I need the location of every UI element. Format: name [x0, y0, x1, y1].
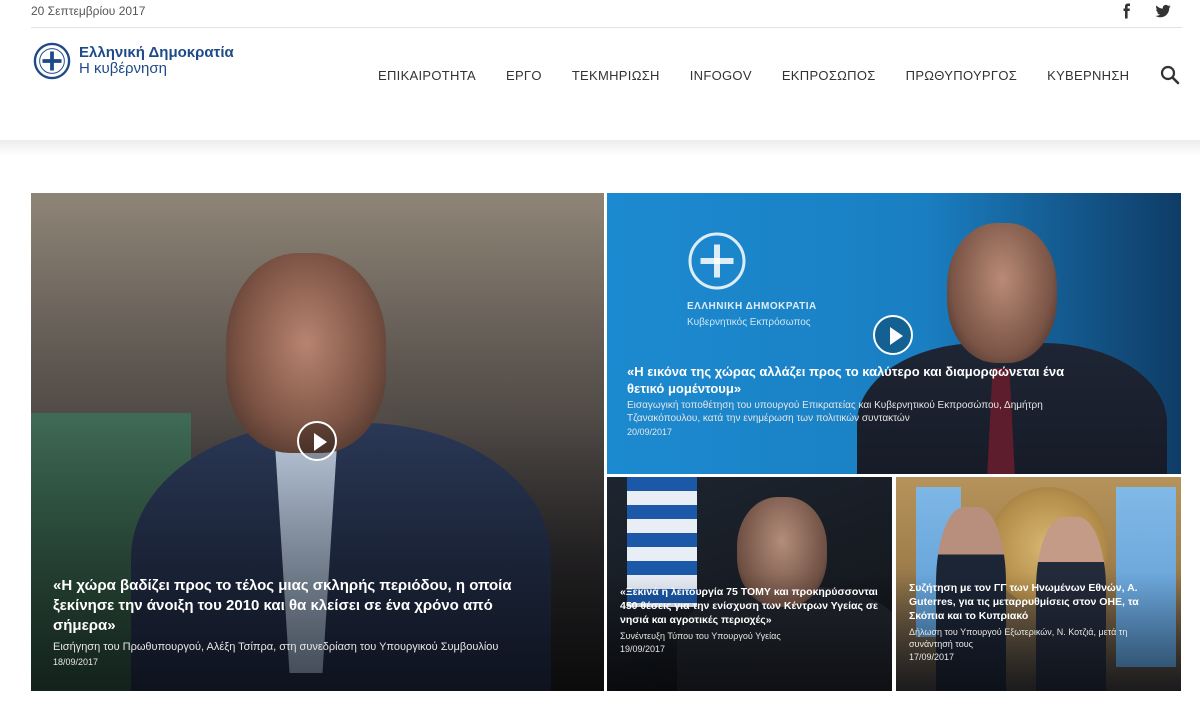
- greek-emblem-icon: [33, 42, 71, 80]
- backdrop-text: Κυβερνητικός Εκπρόσωπος: [687, 317, 811, 328]
- top-bar: 20 Σεπτεμβρίου 2017: [0, 0, 1200, 28]
- play-video-icon[interactable]: [297, 421, 337, 461]
- current-date: 20 Σεπτεμβρίου 2017: [31, 4, 146, 18]
- nav-item-tekmiriosi[interactable]: ΤΕΚΜΗΡΙΩΣΗ: [572, 68, 660, 83]
- header-shadow: [0, 140, 1200, 156]
- news-tile-3[interactable]: «Ξεκινά η λειτουργία 75 ΤΟΜΥ και προκηρύ…: [607, 477, 892, 691]
- tile-date: 18/09/2017: [53, 657, 99, 667]
- nav-item-ergo[interactable]: ΕΡΓΟ: [506, 68, 542, 83]
- tile-caption: Συζήτηση με τον ΓΓ των Ηνωμένων Εθνών, Α…: [909, 581, 1171, 662]
- facebook-icon[interactable]: [1118, 2, 1136, 20]
- logo-title: Ελληνική Δημοκρατία: [79, 44, 234, 61]
- tile-image-detail: [947, 223, 1057, 363]
- tile-summary: Εισήγηση του Πρωθυπουργού, Αλέξη Τσίπρα,…: [53, 641, 499, 653]
- tile-caption: «Η εικόνα της χώρας αλλάζει προς το καλύ…: [627, 363, 1067, 437]
- nav-item-infogov[interactable]: INFOGOV: [690, 68, 752, 83]
- social-links: [1118, 2, 1172, 20]
- main-nav: ΕΠΙΚΑΙΡΟΤΗΤΑ ΕΡΓΟ ΤΕΚΜΗΡΙΩΣΗ INFOGOV ΕΚΠ…: [363, 64, 1181, 86]
- nav-item-prothypourgos[interactable]: ΠΡΩΘΥΠΟΥΡΓΟΣ: [906, 68, 1017, 83]
- nav-item-ekprosopos[interactable]: ΕΚΠΡΟΣΩΠΟΣ: [782, 68, 876, 83]
- tile-caption: «Ξεκινά η λειτουργία 75 ΤΟΜΥ και προκηρύ…: [620, 585, 882, 654]
- site-logo[interactable]: Ελληνική Δημοκρατία Η κυβέρνηση: [33, 42, 234, 80]
- tile-headline[interactable]: «Η εικόνα της χώρας αλλάζει προς το καλύ…: [627, 363, 1067, 397]
- tile-headline[interactable]: «Ξεκινά η λειτουργία 75 ΤΟΜΥ και προκηρύ…: [620, 585, 882, 627]
- tile-summary: Δήλωση του Υπουργού Εξωτερικών, Ν. Κοτζι…: [909, 627, 1128, 649]
- search-icon[interactable]: [1159, 64, 1181, 86]
- logo-subtitle: Η κυβέρνηση: [79, 60, 167, 77]
- play-video-icon[interactable]: [873, 315, 913, 355]
- tile-headline[interactable]: Συζήτηση με τον ΓΓ των Ηνωμένων Εθνών, Α…: [909, 581, 1171, 623]
- twitter-icon[interactable]: [1154, 2, 1172, 20]
- featured-news-tile-1[interactable]: «Η χώρα βαδίζει προς το τέλος μιας σκληρ…: [31, 193, 604, 691]
- tile-headline[interactable]: «Η χώρα βαδίζει προς το τέλος μιας σκληρ…: [53, 576, 553, 636]
- featured-news-tile-2[interactable]: ΕΛΛΗΝΙΚΗ ΔΗΜΟΚΡΑΤΙΑ Κυβερνητικός Εκπρόσω…: [607, 193, 1181, 474]
- backdrop-text: ΕΛΛΗΝΙΚΗ ΔΗΜΟΚΡΑΤΙΑ: [687, 301, 817, 312]
- greek-emblem-icon: [688, 232, 746, 290]
- nav-item-epikairotita[interactable]: ΕΠΙΚΑΙΡΟΤΗΤΑ: [378, 68, 476, 83]
- tile-date: 19/09/2017: [620, 644, 666, 654]
- tile-date: 17/09/2017: [909, 652, 955, 662]
- tile-summary: Εισαγωγική τοποθέτηση του υπουργού Επικρ…: [627, 400, 1043, 424]
- nav-item-kyvernisi[interactable]: ΚΥΒΕΡΝΗΣΗ: [1047, 68, 1129, 83]
- news-tile-4[interactable]: Συζήτηση με τον ΓΓ των Ηνωμένων Εθνών, Α…: [896, 477, 1181, 691]
- tile-summary: Συνέντευξη Τύπου του Υπουργού Υγείας: [620, 631, 781, 641]
- tile-caption: «Η χώρα βαδίζει προς το τέλος μιας σκληρ…: [53, 576, 553, 667]
- tile-date: 20/09/2017: [627, 427, 673, 437]
